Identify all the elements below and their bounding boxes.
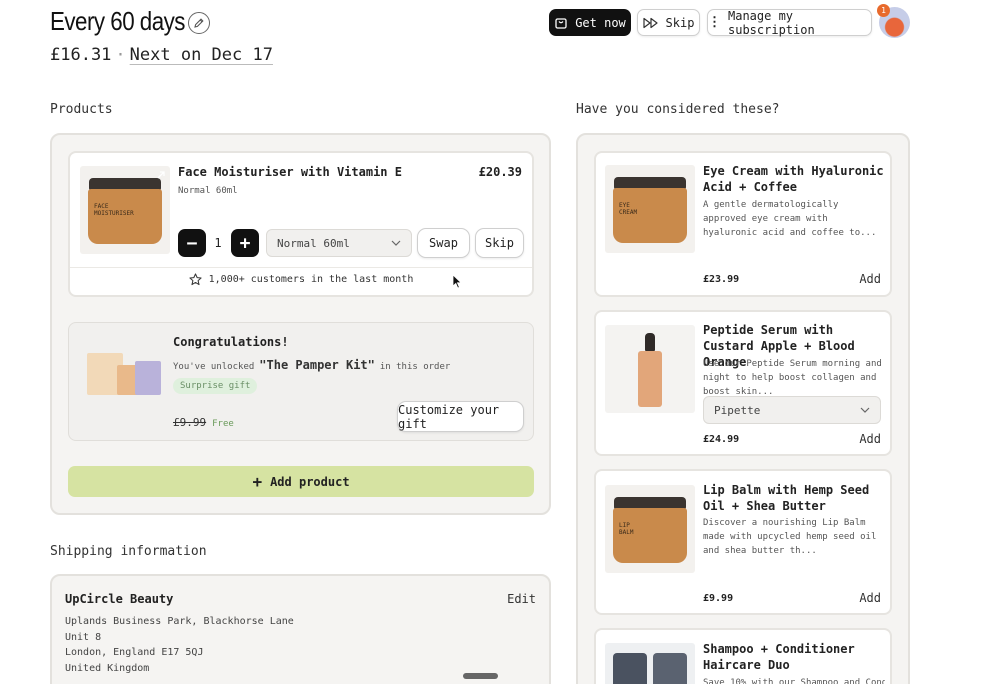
notification-badge: 1	[877, 4, 890, 17]
product-name: Face Moisturiser with Vitamin E	[178, 165, 402, 179]
divider	[70, 267, 532, 268]
customize-gift-button[interactable]: Customize your gift	[397, 401, 524, 432]
gift-price: £9.99 Free	[173, 416, 234, 429]
shipping-name: UpCircle Beauty	[65, 592, 174, 606]
product-variant: Normal 60ml	[178, 186, 238, 196]
decrease-quantity-button[interactable]: −	[178, 229, 206, 257]
price-line: £16.31 · Next on Dec 17	[50, 45, 273, 65]
gift-old-price: £9.99	[173, 416, 207, 429]
surprise-gift-badge: Surprise gift	[173, 378, 258, 394]
gift-image	[83, 349, 165, 399]
quantity-value: 1	[214, 236, 222, 250]
minus-icon: −	[186, 232, 198, 254]
next-order-date[interactable]: Next on Dec 17	[130, 45, 273, 65]
manage-subscription-button[interactable]: ⋮ Manage my subscription	[707, 8, 872, 37]
recommendation-title: Lip Balm with Hemp Seed Oil + Shea Butte…	[703, 483, 870, 513]
get-now-label: Get now	[575, 15, 626, 30]
recommendation-card: Shampoo + Conditioner Haircare Duo Save …	[594, 628, 892, 684]
add-recommendation-button[interactable]: Add	[859, 272, 881, 286]
shipping-panel: UpCircle Beauty Edit Uplands Business Pa…	[50, 574, 551, 684]
recommendation-card: LIP BALM Lip Balm with Hemp Seed Oil + S…	[594, 469, 892, 615]
add-recommendation-button[interactable]: Add	[859, 432, 881, 446]
gift-text-post: in this order	[379, 362, 451, 372]
add-recommendation-button[interactable]: Add	[859, 591, 881, 605]
shipping-heading: Shipping information	[50, 544, 207, 559]
option-select-value: Pipette	[714, 403, 761, 417]
expand-icon[interactable]	[156, 170, 166, 180]
add-product-button[interactable]: + Add product	[68, 466, 534, 497]
skip-order-label: Skip	[665, 15, 695, 30]
recommendation-image	[605, 643, 695, 684]
gift-free-label: Free	[212, 419, 234, 429]
products-heading: Products	[50, 102, 113, 117]
recommendation-description: Use our Peptide Serum morning and night …	[703, 359, 882, 397]
size-select-value: Normal 60ml	[277, 236, 350, 250]
shipping-address: Uplands Business Park, Blackhorse Lane U…	[65, 614, 294, 676]
plus-icon: +	[239, 232, 251, 254]
jar-label: FACE MOISTURISER	[94, 203, 134, 217]
jar-label: EYE CREAM	[619, 202, 638, 216]
scroll-handle[interactable]	[463, 673, 498, 679]
recommendation-image: LIP BALM	[605, 485, 695, 573]
manage-subscription-label: Manage my subscription	[728, 8, 815, 37]
address-line: London, England E17 5QJ	[65, 647, 204, 658]
recommendation-card: EYE CREAM Eye Cream with Hyaluronic Acid…	[594, 151, 892, 297]
recommendation-description: Discover a nourishing Lip Balm made with…	[703, 518, 877, 556]
social-proof-text: 1,000+ customers in the last month	[208, 274, 414, 285]
recommendation-description: Save 10% with our Shampoo and Conditione…	[703, 678, 885, 684]
recommendation-price: £24.99	[703, 434, 740, 445]
address-line: Unit 8	[65, 631, 102, 643]
skip-product-button[interactable]: Skip	[475, 228, 524, 258]
product-card: FACE MOISTURISER Face Moisturiser with V…	[68, 151, 534, 297]
recommendation-card: Peptide Serum with Custard Apple + Blood…	[594, 310, 892, 456]
gift-title: Congratulations!	[173, 335, 289, 349]
page-title: Every 60 days	[50, 6, 185, 36]
gift-text-pre: You've unlocked	[173, 362, 255, 372]
recommendation-title: Shampoo + Conditioner Haircare Duo	[703, 642, 855, 672]
recommendation-title: Eye Cream with Hyaluronic Acid + Coffee	[703, 164, 884, 194]
increase-quantity-button[interactable]: +	[231, 229, 259, 257]
address-line: Uplands Business Park, Blackhorse Lane	[65, 616, 294, 627]
edit-shipping-button[interactable]: Edit	[507, 592, 536, 606]
option-select[interactable]: Pipette	[703, 396, 881, 424]
mouse-cursor-icon	[452, 274, 463, 289]
recommendations-heading: Have you considered these?	[576, 102, 780, 117]
product-price: £20.39	[478, 165, 522, 179]
pencil-icon	[194, 18, 204, 28]
chevron-down-icon	[860, 407, 870, 413]
amber-jar: FACE MOISTURISER	[88, 189, 162, 244]
swap-button[interactable]: Swap	[417, 228, 470, 258]
product-image: FACE MOISTURISER	[80, 166, 170, 254]
jar-label: LIP BALM	[619, 522, 634, 536]
subscription-price: £16.31	[50, 45, 112, 65]
more-vertical-icon: ⋮	[708, 15, 721, 30]
size-select[interactable]: Normal 60ml	[266, 229, 412, 257]
add-product-label: Add product	[270, 474, 350, 489]
star-icon	[189, 273, 202, 286]
recommendation-price: £9.99	[703, 593, 734, 604]
address-line: United Kingdom	[65, 662, 150, 674]
gift-description: You've unlocked "The Pamper Kit" in this…	[173, 358, 450, 372]
shopping-bag-icon	[555, 17, 567, 29]
recommendation-description: A gentle dermatologically approved eye c…	[703, 200, 877, 238]
recommendation-price: £23.99	[703, 274, 740, 285]
skip-order-button[interactable]: Skip	[637, 9, 700, 36]
edit-frequency-button[interactable]	[188, 12, 210, 34]
gift-card: Congratulations! You've unlocked "The Pa…	[68, 322, 534, 441]
fast-forward-icon	[642, 17, 658, 28]
get-now-button[interactable]: Get now	[549, 9, 631, 36]
recommendation-image: EYE CREAM	[605, 165, 695, 253]
plus-icon: +	[252, 471, 263, 491]
avatar[interactable]: 1	[877, 4, 910, 38]
gift-name: "The Pamper Kit"	[259, 358, 375, 372]
chevron-down-icon	[391, 240, 401, 246]
recommendation-image	[605, 325, 695, 413]
